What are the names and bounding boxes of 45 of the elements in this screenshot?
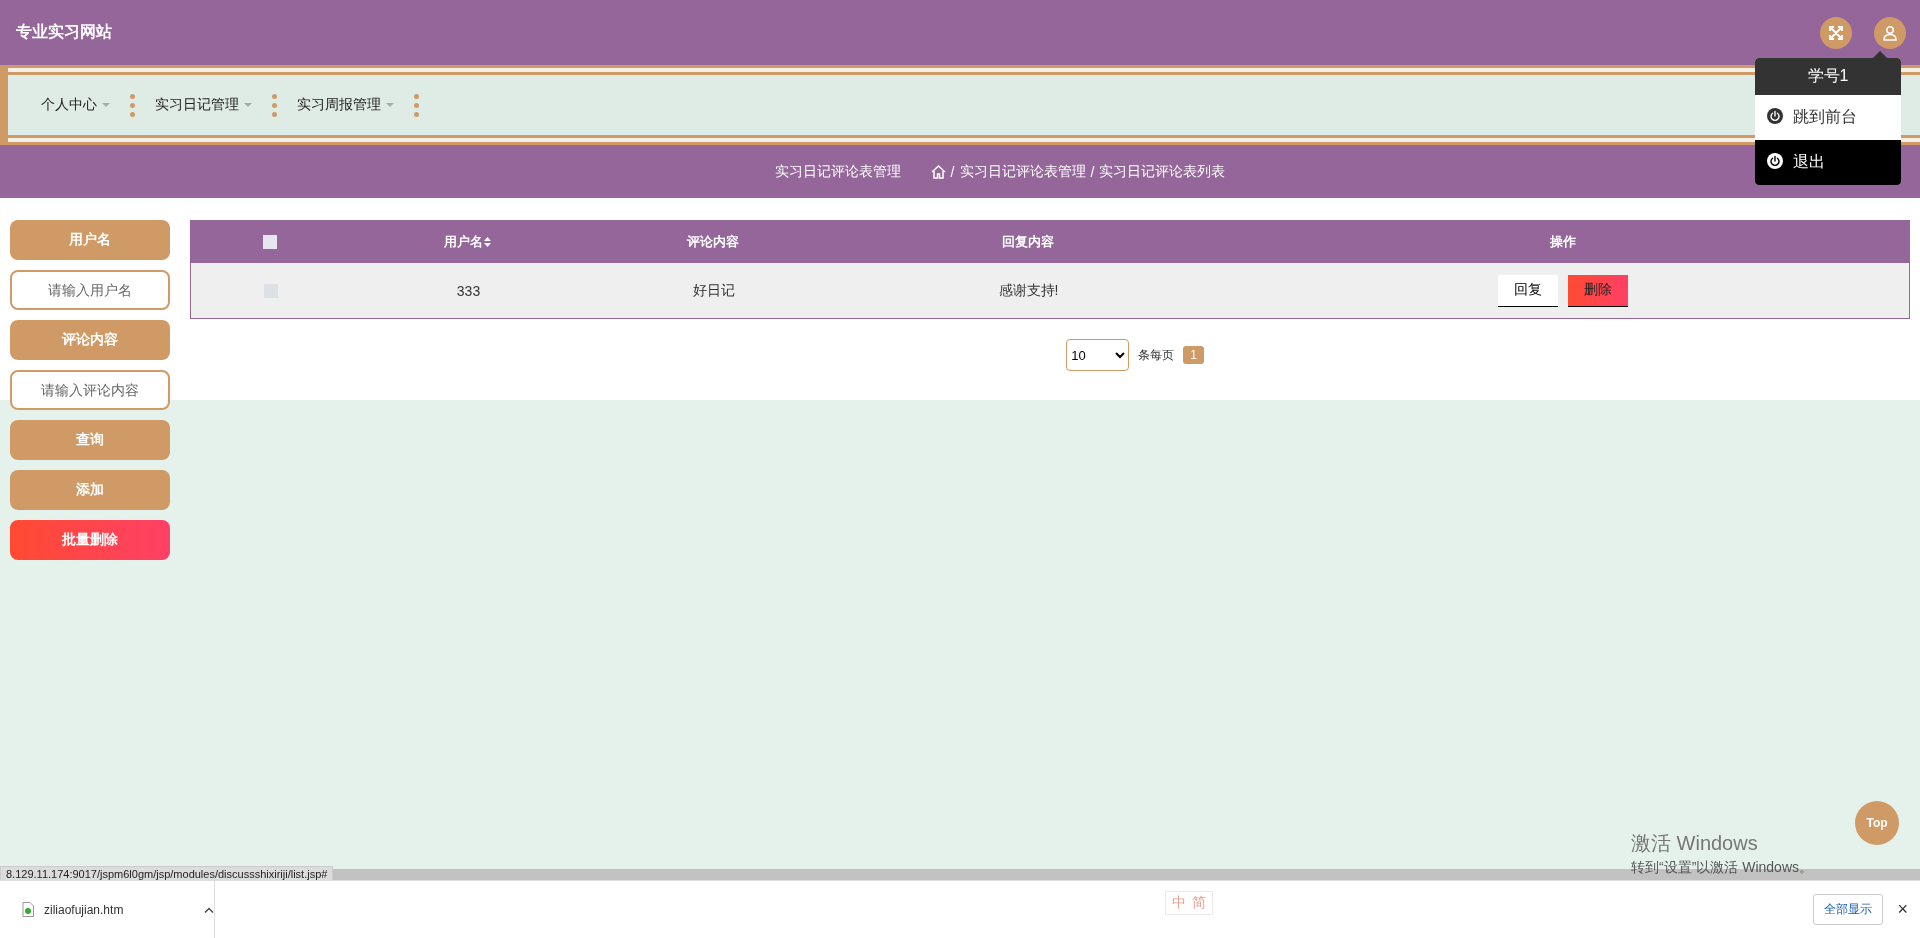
table-cell-text: 333 — [455, 282, 482, 299]
table-cell-text: 感谢支持! — [997, 281, 1060, 300]
status-url: 8.129.11.174:9017/jspm6l0gm/jsp/modules/discussshixiriji/list.jsp# — [0, 866, 334, 880]
nav-menu-item[interactable]: 实习周报管理 — [289, 96, 402, 114]
activation-notice-title: 激活 Windows — [1631, 831, 1759, 856]
field-label: 用户名 — [10, 220, 170, 260]
dots-divider-icon — [414, 93, 419, 117]
column-header: 评论内容 — [685, 232, 740, 251]
menu-item[interactable]: 退出 — [1755, 140, 1901, 185]
caret-icon — [386, 103, 394, 107]
nav-menu-item[interactable]: 实习日记管理 — [147, 96, 260, 114]
menu-item[interactable]: 跳到前台 — [1755, 95, 1901, 140]
user-icon[interactable] — [1874, 16, 1906, 49]
fullscreen-icon[interactable] — [1820, 16, 1852, 49]
breadcrumb-link[interactable]: 实习日记评论表管理 — [959, 162, 1086, 181]
dots-divider-icon — [272, 93, 277, 117]
caret-icon — [102, 103, 110, 107]
home-icon[interactable] — [930, 164, 946, 179]
breadcrumb-link[interactable]: 实习日记评论表列表 — [1099, 162, 1226, 181]
show-all-button[interactable]: 全部显示 — [1813, 894, 1884, 925]
select-all-checkbox[interactable] — [263, 234, 277, 249]
page-size-select[interactable]: 10 — [1066, 339, 1130, 371]
column-header: 操作 — [1548, 232, 1577, 251]
site-title: 专业实习网站 — [16, 22, 112, 42]
input-field[interactable]: 请输入用户名 — [10, 270, 170, 310]
input-field[interactable]: 请输入评论内容 — [10, 370, 170, 410]
nav-menu-item[interactable]: 个人中心 — [33, 96, 118, 114]
account-name: 学号1 — [1755, 58, 1901, 95]
delete-button[interactable]: 删除 — [1567, 274, 1628, 307]
field-label: 评论内容 — [10, 320, 170, 360]
table-cell-text: 好日记 — [691, 281, 736, 300]
breadcrumb-separator: / — [1090, 163, 1095, 180]
breadcrumb-separator: / — [950, 163, 955, 180]
reply-button[interactable]: 回复 — [1497, 274, 1558, 307]
activation-notice-hint: 转到“设置”以激活 Windows。 — [1631, 859, 1813, 877]
caret-icon — [244, 103, 252, 107]
page-size-label: 条每页 — [1138, 346, 1175, 364]
column-header[interactable]: 用户名 — [350, 232, 585, 251]
page-title: 实习日记评论表管理 — [774, 162, 901, 181]
column-header: 回复内容 — [1000, 232, 1055, 251]
chevron-up-icon[interactable] — [204, 906, 214, 913]
download-file-name[interactable]: ziliaofujian.htm — [44, 902, 194, 917]
dots-divider-icon — [130, 93, 135, 117]
file-icon — [22, 902, 34, 917]
close-button[interactable]: × — [1897, 899, 1908, 920]
